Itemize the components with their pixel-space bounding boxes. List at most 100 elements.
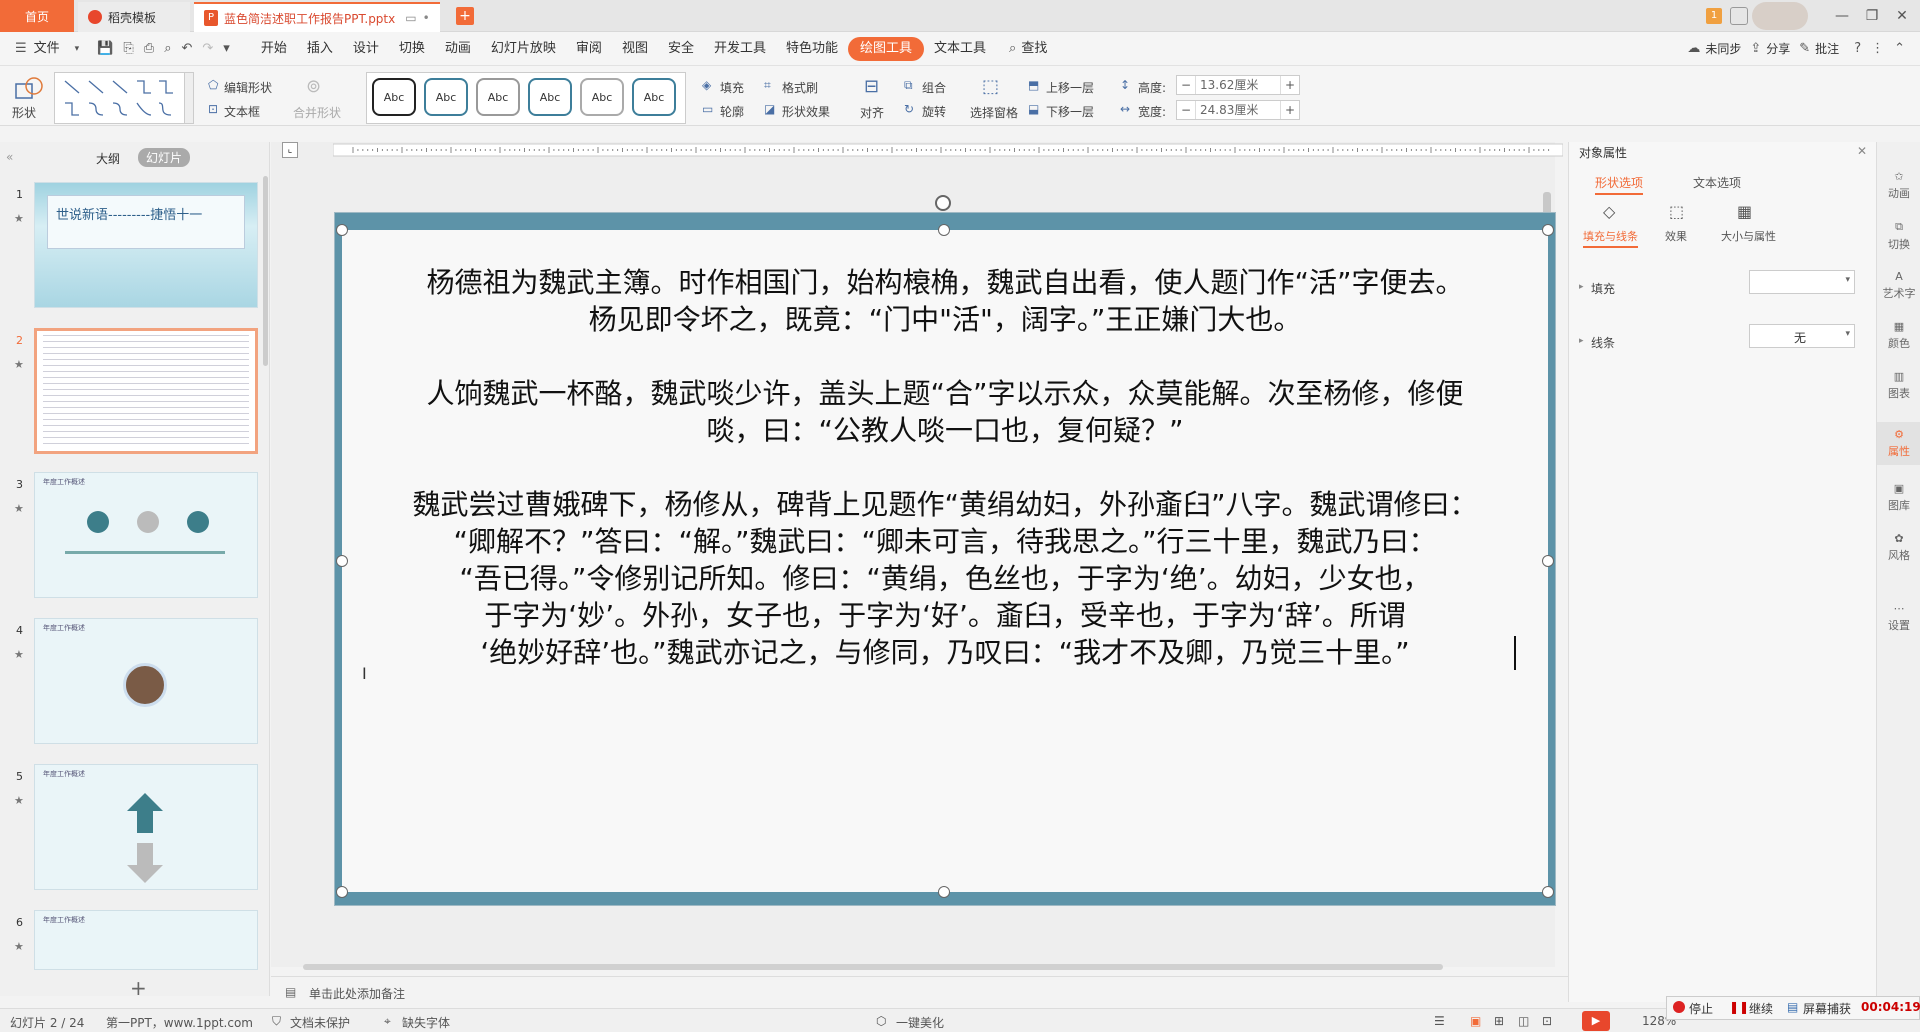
outline-button[interactable]: 轮廓 — [720, 103, 744, 120]
fill-section-label[interactable]: 填充 — [1591, 280, 1615, 297]
monitor-icon[interactable]: ▭ — [405, 11, 416, 25]
textbox-button[interactable]: 文本框 — [224, 103, 260, 120]
resize-handle-sw[interactable] — [336, 886, 348, 898]
slide-thumbnail-4[interactable]: 年度工作概述 — [34, 618, 258, 744]
comment-icon[interactable]: ✎ — [1794, 41, 1815, 56]
menu-design[interactable]: 设计 — [343, 37, 389, 61]
missing-font-button[interactable]: 缺失字体 — [402, 1014, 450, 1031]
tab-home[interactable]: 首页 — [0, 0, 74, 32]
shape-gallery-scroll[interactable] — [184, 72, 194, 124]
search-icon[interactable]: ⌕ — [1004, 41, 1021, 56]
print-icon[interactable]: ⎙ — [139, 41, 159, 56]
tab-slides[interactable]: 幻灯片 — [138, 148, 191, 167]
restore-button[interactable]: ❐ — [1862, 6, 1882, 26]
sidebar-transition[interactable]: ⧉ 切换 — [1877, 220, 1920, 252]
line-section-label[interactable]: 线条 — [1591, 334, 1615, 351]
expand-fill-icon[interactable]: ▸ — [1579, 282, 1584, 292]
edit-shape-button[interactable]: 编辑形状 — [224, 79, 272, 96]
merge-shape-button[interactable]: 合并形状 — [293, 104, 341, 121]
notes-placeholder[interactable]: 单击此处添加备注 — [309, 985, 405, 1002]
shape-style-3[interactable]: Abc — [476, 78, 520, 116]
normal-view-icon[interactable]: ▣ — [1470, 1014, 1481, 1028]
subtab-fill-line[interactable]: 填充与线条 — [1583, 228, 1638, 248]
expand-line-icon[interactable]: ▸ — [1579, 336, 1584, 346]
paragraph-2-line-1[interactable]: 人饷魏武一杯酪，魏武啖少许，盖头上题“合”字以示众，众莫能解。次至杨修，修便 — [342, 375, 1548, 412]
tab-template[interactable]: 稻壳模板 — [78, 2, 190, 32]
collapse-panel-icon[interactable]: « — [6, 150, 13, 164]
width-increase-button[interactable]: + — [1281, 103, 1299, 117]
tab-shape-options[interactable]: 形状选项 — [1595, 174, 1644, 195]
horizontal-scrollbar[interactable] — [303, 964, 1443, 970]
sidebar-style[interactable]: ✿ 风格 — [1877, 532, 1920, 563]
subtab-effect[interactable]: 效果 — [1665, 228, 1687, 244]
sidebar-color[interactable]: ▦ 颜色 — [1877, 320, 1920, 351]
close-pane-icon[interactable]: ✕ — [1857, 144, 1867, 158]
more-icon[interactable]: ⋮ — [1866, 41, 1889, 56]
height-increase-button[interactable]: + — [1281, 78, 1299, 92]
save-icon[interactable]: 💾 — [92, 41, 118, 56]
help-icon[interactable]: ? — [1849, 41, 1866, 56]
play-slideshow-button[interactable]: ▶ — [1582, 1011, 1610, 1031]
menu-security[interactable]: 安全 — [658, 37, 704, 61]
skin-icon[interactable] — [1730, 7, 1748, 25]
slide-thumbnail-5[interactable]: 年度工作概述 — [34, 764, 258, 890]
sidebar-settings[interactable]: ⋯ 设置 — [1877, 602, 1920, 633]
fill-dropdown[interactable]: ▾ — [1749, 270, 1855, 294]
shape-style-5[interactable]: Abc — [580, 78, 624, 116]
resize-handle-se[interactable] — [1542, 886, 1554, 898]
notes-view-icon[interactable]: ☰ — [1434, 1014, 1445, 1028]
reading-view-icon[interactable]: ◫ — [1518, 1014, 1529, 1028]
paragraph-3-line-2[interactable]: “卿解不？”答曰：“解。”魏武曰：“卿未可言，待我思之。”行三十里，魏武乃曰： — [342, 523, 1548, 560]
send-backward-button[interactable]: 下移一层 — [1046, 103, 1094, 120]
minimize-button[interactable]: — — [1832, 6, 1852, 26]
thumb-scrollbar[interactable] — [263, 176, 268, 366]
sidebar-chart[interactable]: ▥ 图表 — [1877, 370, 1920, 401]
sidebar-wordart[interactable]: A 艺术字 — [1877, 270, 1920, 301]
paragraph-2-line-2[interactable]: 啖，曰：“公教人啖一口也，复何疑？” — [342, 412, 1548, 449]
pane-title[interactable]: 对象属性 — [1579, 144, 1627, 161]
paragraph-3-line-5[interactable]: ‘绝妙好辞’也。”魏武亦记之，与修同，乃叹曰：“我才不及卿，乃觉三十里。” — [342, 634, 1548, 671]
shape-effect-button[interactable]: 形状效果 — [782, 103, 830, 120]
paragraph-1-line-2[interactable]: 杨见即令坏之，既竟：“门中"活"，阔字。”王正嫌门大也。 — [342, 301, 1548, 338]
sidebar-animation[interactable]: ✩ 动画 — [1877, 170, 1920, 201]
shape-gallery[interactable] — [54, 72, 188, 124]
menu-start[interactable]: 开始 — [251, 37, 297, 61]
share-button[interactable]: 分享 — [1766, 37, 1794, 61]
fill-button[interactable]: 填充 — [720, 79, 744, 96]
menu-transition[interactable]: 切换 — [389, 37, 435, 61]
add-slide-button[interactable]: + — [130, 976, 147, 1000]
hamburger-icon[interactable]: ☰ — [10, 41, 32, 56]
cloud-icon[interactable]: ☁ — [1682, 41, 1705, 56]
bring-forward-button[interactable]: 上移一层 — [1046, 79, 1094, 96]
rotate-button[interactable]: 旋转 — [922, 103, 946, 120]
height-spinner[interactable]: − 13.62厘米 + — [1176, 75, 1300, 95]
shape-style-6[interactable]: Abc — [632, 78, 676, 116]
width-spinner[interactable]: − 24.83厘米 + — [1176, 100, 1300, 120]
menu-features[interactable]: 特色功能 — [776, 37, 848, 61]
paragraph-3-line-3[interactable]: “吾已得。”令修别记所知。修曰：“黄绢，色丝也，于字为‘绝’。幼妇，少女也， — [342, 560, 1548, 597]
shape-style-4[interactable]: Abc — [528, 78, 572, 116]
record-continue-button[interactable]: 继续 — [1749, 1000, 1773, 1017]
slide-thumbnail-3[interactable]: 年度工作概述 — [34, 472, 258, 598]
menu-animation[interactable]: 动画 — [435, 37, 481, 61]
one-click-beautify-button[interactable]: 一键美化 — [896, 1014, 944, 1031]
comment-button[interactable]: 批注 — [1815, 37, 1849, 61]
share-icon[interactable]: ⇪ — [1745, 41, 1766, 56]
sidebar-gallery[interactable]: ▣ 图库 — [1877, 482, 1920, 513]
align-button[interactable]: 对齐 — [860, 104, 884, 121]
sync-status[interactable]: 未同步 — [1705, 37, 1745, 61]
selection-pane-button[interactable]: 选择窗格 — [970, 104, 1018, 121]
menu-developer[interactable]: 开发工具 — [704, 37, 776, 61]
resize-handle-ne[interactable] — [1542, 224, 1554, 236]
presenter-view-icon[interactable]: ⊡ — [1542, 1014, 1552, 1028]
menu-review[interactable]: 审阅 — [566, 37, 612, 61]
tab-close-dot-icon[interactable]: • — [423, 11, 430, 25]
screen-capture-button[interactable]: 屏幕捕获 — [1803, 1000, 1851, 1017]
export-icon[interactable]: ⎘ — [118, 41, 138, 56]
subtab-size-property[interactable]: 大小与属性 — [1721, 228, 1776, 244]
shape-style-2[interactable]: Abc — [424, 78, 468, 116]
new-tab-button[interactable]: + — [456, 7, 474, 25]
resize-handle-nw[interactable] — [336, 224, 348, 236]
slide-thumbnail-1[interactable]: 世说新语---------捷悟十一 — [34, 182, 258, 308]
notification-badge[interactable]: 1 — [1706, 8, 1722, 24]
